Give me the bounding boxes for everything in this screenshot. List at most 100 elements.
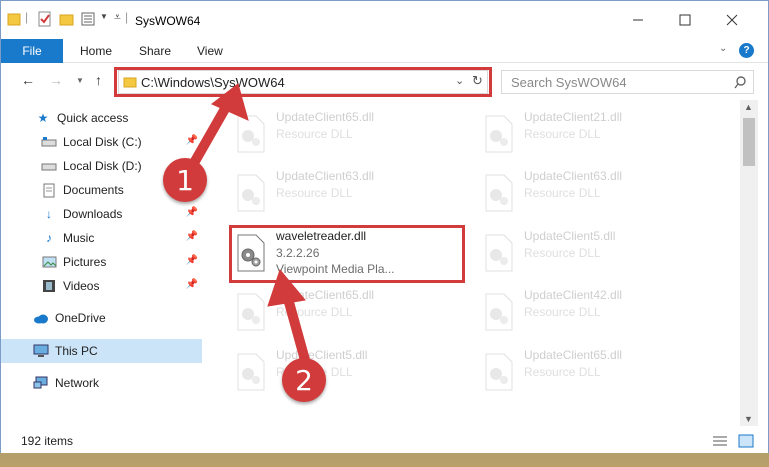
sidebar-item-local-disk-c[interactable]: Local Disk (C:) 📌 — [1, 130, 202, 154]
properties-icon[interactable] — [37, 11, 53, 27]
file-item[interactable]: UpdateClient65.dll Resource DLL — [482, 346, 712, 398]
tab-share[interactable]: Share — [139, 39, 171, 63]
vertical-scrollbar[interactable]: ▲ ▼ — [740, 100, 758, 426]
sidebar-item-videos[interactable]: Videos 📌 — [1, 274, 202, 298]
folder-icon — [7, 13, 21, 26]
file-type: Resource DLL — [524, 305, 601, 319]
dll-file-icon — [485, 353, 513, 391]
file-type: Resource DLL — [276, 186, 353, 200]
maximize-button[interactable] — [662, 1, 708, 39]
separator: | — [25, 10, 29, 24]
window-title: SysWOW64 — [135, 14, 201, 28]
file-type: Resource DLL — [276, 127, 353, 141]
file-item[interactable]: UpdateClient21.dll Resource DLL — [482, 108, 712, 160]
file-type: Resource DLL — [524, 246, 601, 260]
download-icon: ↓ — [46, 207, 52, 221]
file-item[interactable]: UpdateClient65.dll Resource DLL — [234, 286, 464, 338]
scroll-down-icon[interactable]: ▼ — [744, 414, 753, 424]
tab-view[interactable]: View — [197, 39, 223, 63]
pictures-icon — [41, 254, 57, 270]
step-2-badge: 2 — [282, 358, 326, 402]
computer-icon — [33, 343, 49, 359]
file-item[interactable]: UpdateClient63.dll Resource DLL — [482, 167, 712, 219]
forward-arrow-icon[interactable]: → — [49, 72, 63, 88]
file-name: UpdateClient65.dll — [276, 110, 375, 124]
minimize-icon — [633, 19, 643, 21]
title-bar: | ▼ ⩡ | SysWOW64 — [1, 1, 768, 39]
back-arrow-icon[interactable]: ← — [21, 72, 35, 88]
chevron-down-icon[interactable]: ▼ — [100, 12, 108, 21]
sidebar-item-label: Local Disk (D:) — [63, 159, 142, 173]
close-icon — [726, 14, 738, 26]
sidebar-item-this-pc[interactable]: This PC — [1, 339, 202, 363]
ribbon: File Home Share View ⌄ ? — [1, 39, 768, 63]
pin-icon[interactable]: 📌 — [186, 255, 198, 266]
sidebar-item-label: OneDrive — [55, 311, 106, 325]
large-icons-view-icon[interactable] — [738, 434, 754, 448]
scroll-thumb[interactable] — [743, 118, 755, 166]
documents-icon — [41, 182, 57, 198]
close-button[interactable] — [709, 1, 755, 39]
pin-icon[interactable]: 📌 — [186, 135, 198, 146]
status-bar: 192 items — [1, 429, 768, 453]
file-item[interactable]: UpdateClient65.dll Resource DLL — [234, 108, 464, 160]
file-name: UpdateClient5.dll — [524, 229, 616, 243]
recent-locations-icon[interactable]: ▼ — [76, 76, 84, 85]
sidebar-item-music[interactable]: ♪ Music 📌 — [1, 226, 202, 250]
file-item[interactable]: UpdateClient5.dll Resource DLL — [482, 227, 712, 279]
file-item[interactable]: UpdateClient42.dll Resource DLL — [482, 286, 712, 338]
tab-home[interactable]: Home — [80, 39, 112, 63]
file-item[interactable]: UpdateClient63.dll Resource DLL — [234, 167, 464, 219]
sidebar-item-label: This PC — [55, 344, 98, 358]
address-highlight-box — [114, 67, 492, 97]
minimize-button[interactable] — [615, 1, 661, 39]
sidebar-item-onedrive[interactable]: OneDrive — [1, 306, 202, 330]
tab-file[interactable]: File — [1, 39, 63, 63]
sidebar-item-label: Documents — [63, 183, 124, 197]
customize-toolbar-icon[interactable]: ⩡ — [114, 10, 121, 25]
dll-file-icon — [237, 353, 265, 391]
sidebar-item-label: Quick access — [57, 111, 129, 125]
sidebar-item-label: Local Disk (C:) — [63, 135, 142, 149]
help-icon[interactable]: ? — [739, 43, 754, 58]
dll-file-icon — [485, 115, 513, 153]
view-details-icon[interactable] — [81, 11, 97, 27]
sidebar-item-pictures[interactable]: Pictures 📌 — [1, 250, 202, 274]
drive-icon — [41, 134, 57, 150]
sidebar-item-label: Pictures — [63, 255, 107, 269]
details-view-icon[interactable] — [712, 434, 728, 448]
file-name: UpdateClient63.dll — [524, 169, 623, 183]
file-type: Resource DLL — [524, 186, 601, 200]
cloud-icon — [33, 310, 49, 326]
file-name: UpdateClient5.dll — [276, 348, 368, 362]
sidebar-item-label: Music — [63, 231, 95, 245]
pin-icon[interactable]: 📌 — [186, 231, 198, 242]
expand-ribbon-icon[interactable]: ⌄ — [719, 43, 727, 54]
drive-icon — [41, 158, 57, 174]
file-name: UpdateClient42.dll — [524, 288, 623, 302]
dll-file-icon — [485, 174, 513, 212]
file-name: UpdateClient21.dll — [524, 110, 623, 124]
dll-file-icon — [485, 293, 513, 331]
search-icon — [734, 76, 746, 89]
dll-file-icon — [237, 293, 265, 331]
file-highlight-box — [229, 225, 465, 283]
pin-icon[interactable]: 📌 — [186, 279, 198, 290]
sidebar-item-quick-access[interactable]: ★ Quick access — [1, 106, 202, 130]
star-icon: ★ — [37, 111, 49, 125]
navigation-bar: ← → ▼ ↑ C:\Windows\SysWOW64 ⌄ ↻ Search S… — [1, 64, 768, 100]
file-explorer-window: | ▼ ⩡ | SysWOW64 File Home Share View ⌄ … — [0, 0, 769, 453]
dll-file-icon — [237, 174, 265, 212]
new-folder-icon[interactable] — [59, 11, 75, 27]
maximize-icon — [679, 14, 691, 26]
pin-icon[interactable]: 📌 — [186, 207, 198, 218]
scroll-up-icon[interactable]: ▲ — [744, 102, 753, 112]
sidebar-item-network[interactable]: Network — [1, 371, 202, 395]
separator: | — [125, 10, 129, 24]
file-item[interactable]: UpdateClient5.dll Resource DLL — [234, 346, 464, 398]
step-1-badge: 1 — [163, 158, 207, 202]
navigation-pane: ★ Quick access Local Disk (C:) 📌 Local D… — [1, 100, 206, 426]
sidebar-item-downloads[interactable]: ↓ Downloads 📌 — [1, 202, 202, 226]
up-arrow-icon[interactable]: ↑ — [95, 72, 102, 88]
search-input[interactable]: Search SysWOW64 — [501, 70, 754, 94]
